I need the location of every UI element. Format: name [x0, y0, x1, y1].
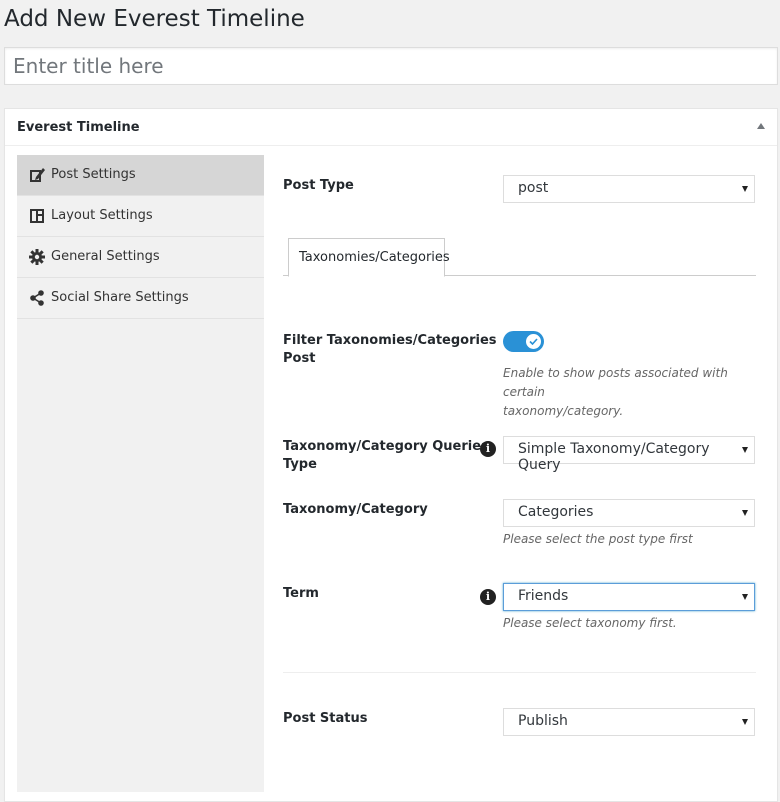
- dropdown-arrow-icon: [742, 186, 748, 192]
- info-icon[interactable]: i: [480, 589, 496, 605]
- query-type-select[interactable]: Simple Taxonomy/Category Query: [503, 436, 755, 473]
- filter-label-line2: Post: [283, 351, 316, 366]
- post-type-select[interactable]: post: [503, 175, 755, 203]
- sidebar-item-label: Post Settings: [51, 167, 136, 182]
- post-status-select[interactable]: Publish: [503, 708, 755, 736]
- share-icon: [29, 290, 45, 306]
- sidebar-item-label: Social Share Settings: [51, 290, 189, 305]
- taxonomy-select[interactable]: Categories: [503, 499, 755, 527]
- settings-sidebar: Post Settings Layout Settings General Se…: [17, 155, 264, 792]
- term-select[interactable]: Friends: [503, 583, 755, 611]
- filter-toggle[interactable]: [503, 331, 544, 352]
- query-type-value: Simple Taxonomy/Category Query: [518, 441, 710, 473]
- metabox-title: Everest Timeline: [17, 120, 140, 135]
- collapse-arrow-icon[interactable]: [757, 123, 765, 129]
- sidebar-item-label: General Settings: [51, 249, 160, 264]
- layout-icon: [29, 208, 45, 224]
- query-type-label: Taxonomy/Category Queries Type: [283, 438, 489, 474]
- post-type-value: post: [518, 180, 549, 196]
- page-title: Add New Everest Timeline: [4, 6, 305, 32]
- filter-desc-line1: Enable to show posts associated with cer…: [503, 366, 728, 399]
- taxonomy-label: Taxonomy/Category: [283, 502, 428, 517]
- dropdown-arrow-icon: [742, 510, 748, 516]
- taxonomy-value: Categories: [518, 504, 594, 520]
- post-status-value: Publish: [518, 713, 568, 729]
- tab-bar: Taxonomies/Categories: [283, 238, 756, 277]
- post-status-label: Post Status: [283, 711, 368, 726]
- term-value: Friends: [518, 588, 569, 604]
- sidebar-item-general-settings[interactable]: General Settings: [17, 237, 264, 278]
- filter-label: Filter Taxonomies/Categories Post: [283, 332, 497, 368]
- title-input[interactable]: [4, 47, 778, 85]
- term-label: Term: [283, 586, 319, 601]
- sidebar-item-layout-settings[interactable]: Layout Settings: [17, 196, 264, 237]
- divider: [283, 672, 756, 673]
- info-icon[interactable]: i: [480, 441, 496, 457]
- everest-timeline-metabox: Everest Timeline Post Settings Layout Se…: [4, 108, 778, 802]
- dropdown-arrow-icon: [742, 594, 748, 600]
- taxonomy-description: Please select the post type first: [503, 532, 693, 546]
- filter-label-line1: Filter Taxonomies/Categories: [283, 333, 497, 348]
- post-type-label: Post Type: [283, 178, 354, 193]
- tab-taxonomies-categories[interactable]: Taxonomies/Categories: [288, 238, 450, 277]
- dropdown-arrow-icon: [742, 447, 748, 453]
- metabox-header: Everest Timeline: [5, 109, 777, 146]
- sidebar-item-label: Layout Settings: [51, 208, 153, 223]
- toggle-knob: [526, 334, 541, 349]
- filter-description: Enable to show posts associated with cer…: [503, 364, 756, 421]
- sidebar-item-post-settings[interactable]: Post Settings: [17, 155, 264, 196]
- edit-icon: [29, 167, 45, 183]
- checkmark-icon: [529, 338, 538, 345]
- dropdown-arrow-icon: [742, 719, 748, 725]
- query-type-label-line1: Taxonomy/Category Queries: [283, 439, 489, 454]
- sidebar-item-social-share-settings[interactable]: Social Share Settings: [17, 278, 264, 319]
- query-type-label-line2: Type: [283, 457, 317, 472]
- gear-icon: [29, 249, 45, 265]
- term-description: Please select taxonomy first.: [503, 616, 677, 630]
- filter-desc-line2: taxonomy/category.: [503, 404, 624, 418]
